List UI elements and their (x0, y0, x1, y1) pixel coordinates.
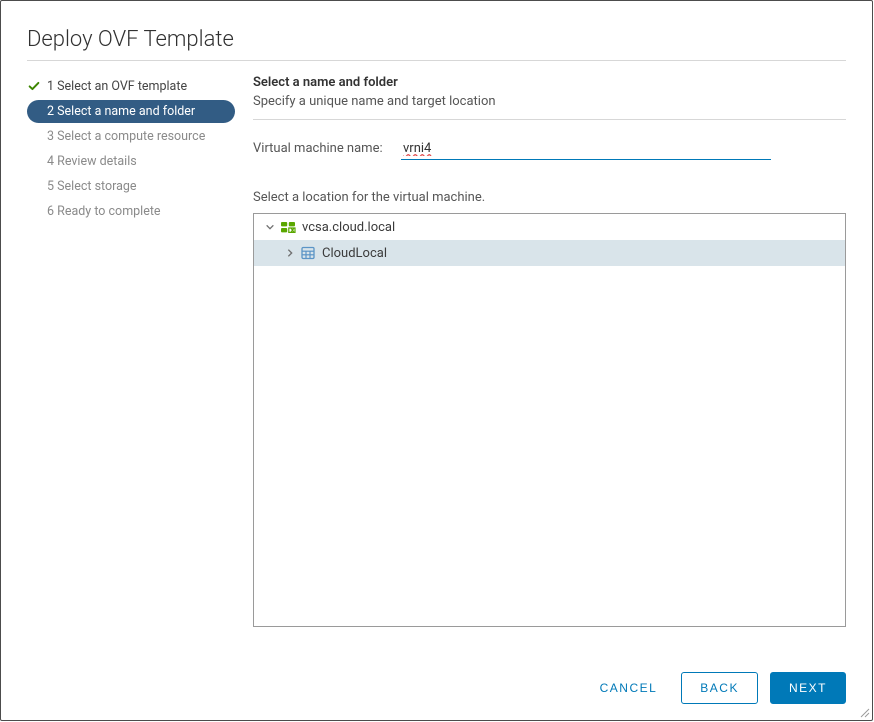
wizard-main: Select a name and folder Specify a uniqu… (235, 75, 846, 660)
vcenter-icon (280, 219, 296, 235)
section-subtitle: Specify a unique name and target locatio… (253, 94, 846, 109)
datacenter-icon (300, 245, 316, 261)
next-button[interactable]: NEXT (770, 672, 846, 704)
step-select-name-folder[interactable]: 2 Select a name and folder (27, 100, 235, 123)
vm-name-row: Virtual machine name: (253, 138, 846, 160)
section-title: Select a name and folder (253, 75, 846, 90)
step-ready-complete[interactable]: 6 Ready to complete (27, 200, 235, 223)
chevron-down-icon[interactable] (264, 221, 276, 233)
resize-grip-icon[interactable] (858, 706, 870, 718)
location-label: Select a location for the virtual machin… (253, 190, 846, 205)
cancel-button[interactable]: CANCEL (588, 673, 670, 703)
step-label: 2 Select a name and folder (47, 104, 195, 119)
wizard-footer: CANCEL BACK NEXT (27, 660, 846, 704)
tree-node-label: vcsa.cloud.local (302, 220, 395, 235)
step-label: 5 Select storage (47, 179, 137, 194)
step-select-storage[interactable]: 5 Select storage (27, 175, 235, 198)
step-select-compute[interactable]: 3 Select a compute resource (27, 125, 235, 148)
location-tree[interactable]: vcsa.cloud.local (253, 213, 846, 627)
wizard-steps: 1 Select an OVF template 2 Select a name… (27, 75, 235, 660)
dialog-title: Deploy OVF Template (27, 27, 846, 61)
vm-name-input[interactable] (401, 138, 771, 160)
step-label: 3 Select a compute resource (47, 129, 205, 144)
vm-name-label: Virtual machine name: (253, 141, 401, 160)
tree-node-datacenter[interactable]: CloudLocal (254, 240, 845, 266)
step-label: 6 Ready to complete (47, 204, 161, 219)
chevron-right-icon[interactable] (284, 247, 296, 259)
step-label: 1 Select an OVF template (47, 79, 187, 94)
back-button[interactable]: BACK (681, 672, 758, 704)
check-icon (27, 79, 41, 93)
step-select-ovf[interactable]: 1 Select an OVF template (27, 75, 235, 98)
tree-node-label: CloudLocal (322, 246, 387, 261)
deploy-ovf-dialog: Deploy OVF Template 1 Select an OVF temp… (0, 0, 873, 721)
step-review-details[interactable]: 4 Review details (27, 150, 235, 173)
step-label: 4 Review details (47, 154, 137, 169)
tree-node-vcenter[interactable]: vcsa.cloud.local (254, 214, 845, 240)
divider (253, 119, 846, 120)
